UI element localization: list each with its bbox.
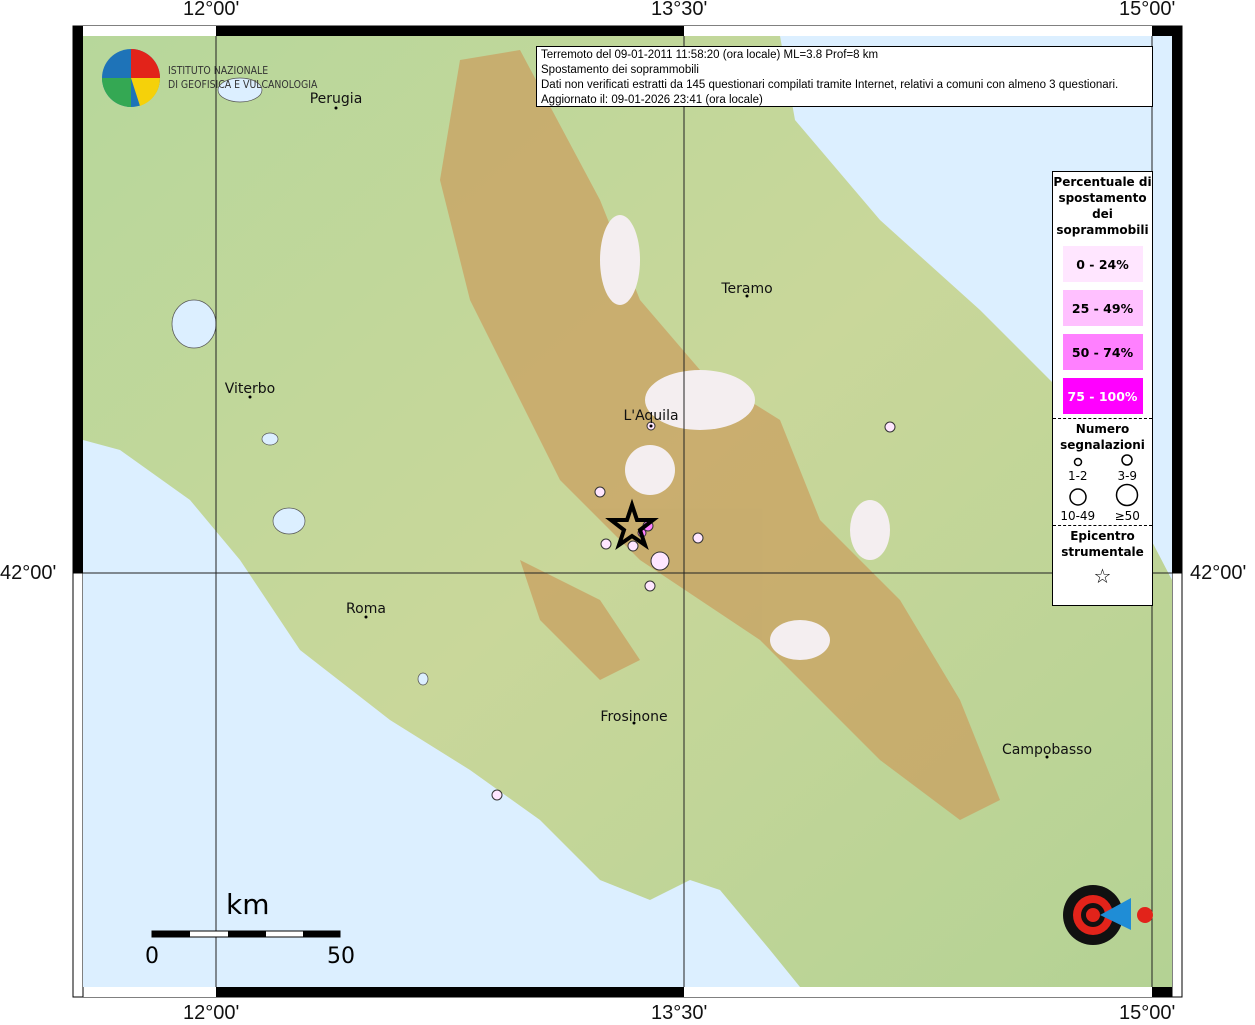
legend: Percentuale di spostamento dei soprammob… bbox=[1052, 171, 1153, 606]
lon-label-bottom-1330: 13°30' bbox=[651, 1002, 708, 1024]
legend-star-icon: ☆ bbox=[1093, 564, 1112, 588]
intensity-point bbox=[650, 551, 670, 571]
scale-min: 0 bbox=[145, 944, 159, 969]
lon-label-bottom-15: 15°00' bbox=[1119, 1002, 1176, 1024]
count-10-49: 10-49 bbox=[1060, 509, 1096, 523]
event-info-box: Terremoto del 09-01-2011 11:58:20 (ora l… bbox=[536, 46, 1153, 107]
city-marker bbox=[649, 424, 653, 428]
city-label: Teramo bbox=[721, 281, 773, 297]
intensity-point bbox=[491, 789, 503, 801]
intensity-point bbox=[884, 421, 896, 433]
logo-line-1: ISTITUTO NAZIONALE bbox=[168, 64, 269, 77]
legend-epicenter-title: Epicentro strumentale bbox=[1061, 529, 1144, 559]
legend-class-1: 25 - 49% bbox=[1062, 290, 1143, 326]
lat-label-right: 42°00' bbox=[1190, 562, 1247, 584]
city-label: Campobasso bbox=[1001, 742, 1093, 758]
lon-label-top-1330: 13°30' bbox=[651, 0, 708, 20]
scale-bar bbox=[151, 930, 341, 938]
intensity-point bbox=[600, 538, 612, 550]
legend-class-0: 0 - 24% bbox=[1062, 246, 1143, 282]
count-3-9: 3-9 bbox=[1117, 469, 1138, 483]
info-line-3: Dati non verificati estratti da 145 ques… bbox=[541, 79, 1119, 91]
intensity-point bbox=[644, 580, 656, 592]
scale-unit: km bbox=[226, 888, 270, 921]
ingv-logo-text: ISTITUTO NAZIONALE DI GEOFISICA E VULCAN… bbox=[168, 64, 317, 92]
city-label: Perugia bbox=[309, 91, 363, 107]
intensity-point bbox=[594, 486, 606, 498]
lat-label-left: 42°00' bbox=[0, 562, 57, 584]
city-label: Viterbo bbox=[224, 381, 276, 397]
city-label: L'Aquila bbox=[623, 408, 679, 424]
legend-class-3: 75 - 100% bbox=[1062, 378, 1143, 414]
legend-count-title: Numero segnalazioni bbox=[1060, 422, 1145, 452]
ingv-logo-icon bbox=[102, 49, 161, 107]
city-label: Frosinone bbox=[600, 709, 668, 725]
lon-label-top-15: 15°00' bbox=[1119, 0, 1176, 20]
count-1-2: 1-2 bbox=[1067, 469, 1088, 483]
legend-class-2: 50 - 74% bbox=[1062, 334, 1143, 370]
lon-label-top-12: 12°00' bbox=[183, 0, 240, 20]
info-line-4: Aggiornato il: 09-01-2026 23:41 (ora loc… bbox=[541, 94, 763, 106]
city-label: Roma bbox=[346, 601, 386, 617]
info-line-2: Spostamento dei soprammobili bbox=[541, 64, 699, 76]
intensity-point bbox=[627, 540, 639, 552]
lon-label-bottom-12: 12°00' bbox=[183, 1002, 240, 1024]
legend-title: Percentuale di spostamento dei soprammob… bbox=[1053, 175, 1152, 237]
scale-max: 50 bbox=[327, 944, 355, 969]
logo-line-2: DI GEOFISICA E VULCANOLOGIA bbox=[168, 78, 318, 91]
count-50-plus: ≥50 bbox=[1114, 509, 1140, 523]
intensity-point bbox=[692, 532, 704, 544]
info-line-1: Terremoto del 09-01-2011 11:58:20 (ora l… bbox=[541, 49, 879, 61]
